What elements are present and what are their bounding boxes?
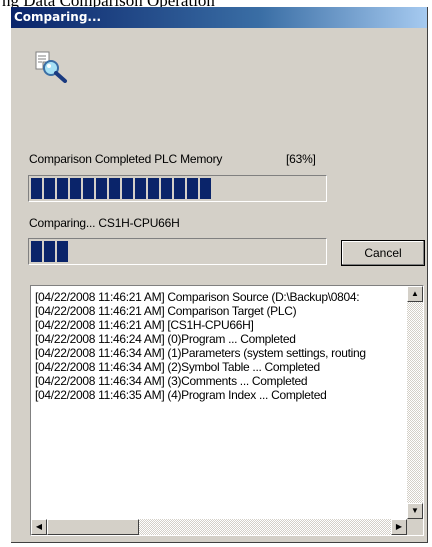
log-line: [04/22/2008 11:46:35 AM] (4)Program Inde… <box>35 388 327 402</box>
progress-block <box>44 178 55 199</box>
progress-block <box>57 241 68 262</box>
progress-block <box>109 178 120 199</box>
progress-block <box>122 178 133 199</box>
horizontal-scrollbar[interactable]: ◀ ▶ <box>31 519 407 535</box>
log-lines: [04/22/2008 11:46:21 AM] Comparison Sour… <box>35 290 403 402</box>
progress-block <box>31 241 42 262</box>
document-magnifier-icon <box>35 51 67 83</box>
progress-block <box>148 178 159 199</box>
comparison-log[interactable]: [04/22/2008 11:46:21 AM] Comparison Sour… <box>30 285 424 536</box>
scrollbar-corner <box>407 519 423 535</box>
log-line: [04/22/2008 11:46:24 AM] (0)Program ... … <box>35 332 296 346</box>
vertical-scrollbar[interactable]: ▲ ▼ <box>407 286 423 519</box>
overall-progress-fill <box>31 178 211 199</box>
progress-block <box>96 178 107 199</box>
log-line: [04/22/2008 11:46:34 AM] (3)Comments ...… <box>35 374 308 388</box>
progress-block <box>135 178 146 199</box>
log-line: [04/22/2008 11:46:21 AM] [CS1H-CPU66H] <box>35 318 254 332</box>
progress-block <box>83 178 94 199</box>
scroll-left-icon[interactable]: ◀ <box>31 519 47 535</box>
scroll-right-icon[interactable]: ▶ <box>391 519 407 535</box>
cancel-button[interactable]: Cancel <box>341 240 425 266</box>
progress-block <box>187 178 198 199</box>
progress-block <box>31 178 42 199</box>
log-line: [04/22/2008 11:46:21 AM] Comparison Sour… <box>35 290 360 304</box>
dialog-title: Comparing... <box>14 10 102 24</box>
progress-block <box>57 178 68 199</box>
progress-block <box>161 178 172 199</box>
current-progress-bar <box>28 238 327 265</box>
progress-block <box>174 178 185 199</box>
progress-block <box>44 241 55 262</box>
current-progress-fill <box>31 241 68 262</box>
scroll-down-icon[interactable]: ▼ <box>407 503 423 519</box>
comparing-dialog: Comparing... Comparison Completed PLC Me… <box>11 7 428 543</box>
log-line: [04/22/2008 11:46:34 AM] (1)Parameters (… <box>35 346 366 360</box>
comparing-label: Comparing... CS1H-CPU66H <box>29 216 180 230</box>
scroll-up-icon[interactable]: ▲ <box>407 286 423 302</box>
overall-progress-bar <box>28 175 327 202</box>
memory-percent: [63%] <box>286 152 316 166</box>
horizontal-scroll-thumb[interactable] <box>47 519 139 535</box>
log-line: [04/22/2008 11:46:34 AM] (2)Symbol Table… <box>35 360 320 374</box>
progress-block <box>200 178 211 199</box>
memory-progress-label: Comparison Completed PLC Memory <box>29 152 223 166</box>
title-bar[interactable]: Comparing... <box>11 7 427 28</box>
progress-block <box>70 178 81 199</box>
log-line: [04/22/2008 11:46:21 AM] Comparison Targ… <box>35 304 297 318</box>
